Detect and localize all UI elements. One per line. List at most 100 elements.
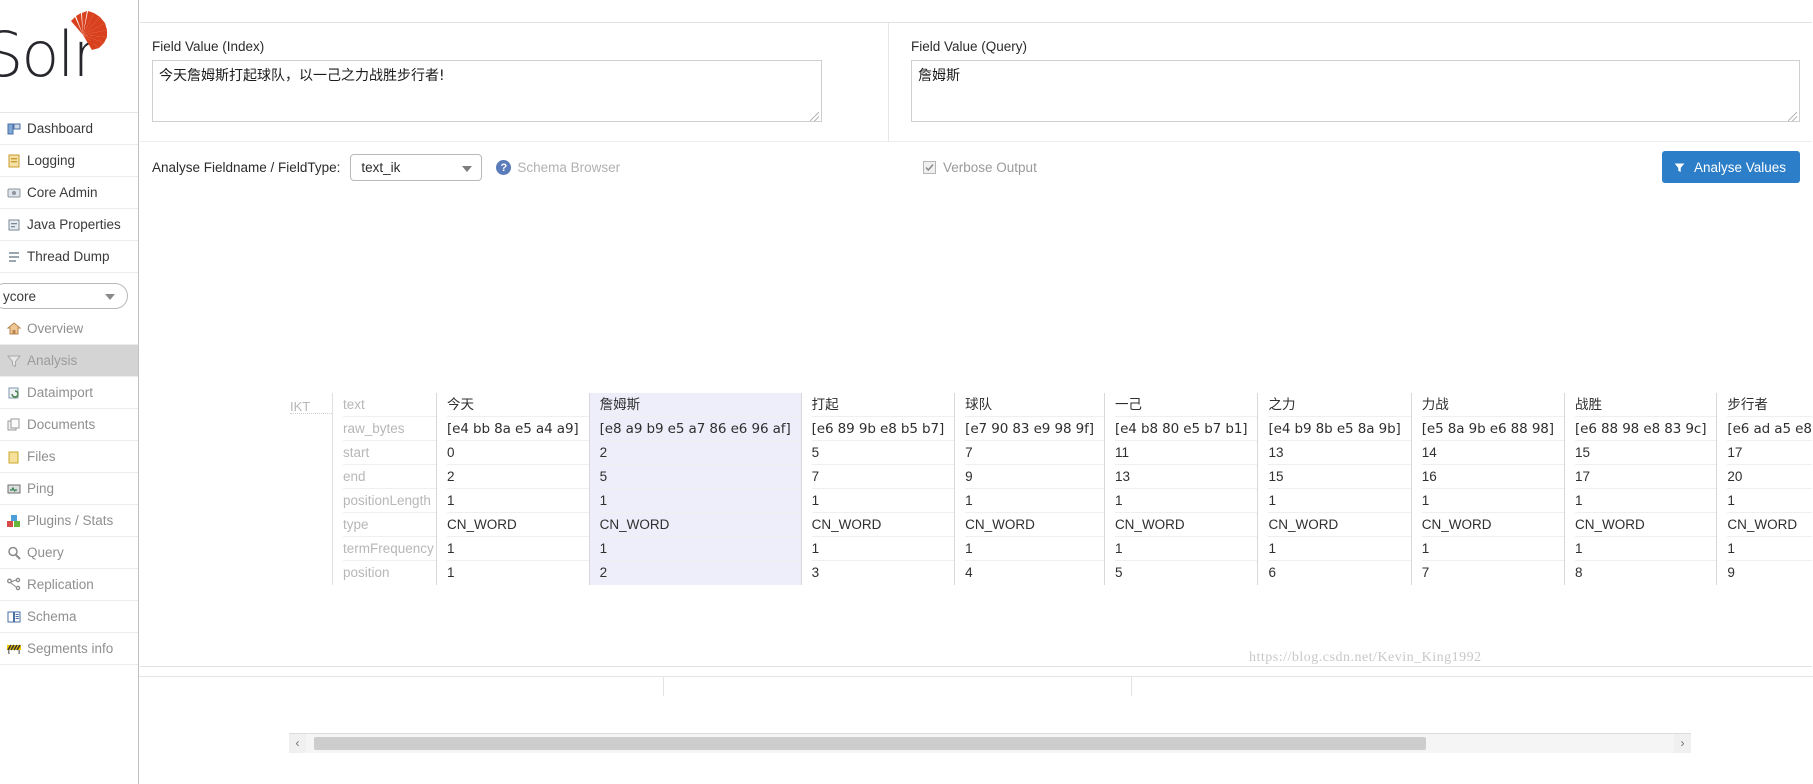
core-nav: Overview Analysis Dataimport Documents F… <box>0 313 138 665</box>
plugins-icon <box>6 513 22 529</box>
sidebar-item-label: Segments info <box>27 641 114 656</box>
token-start: 14 <box>1421 441 1564 465</box>
token-end: 2 <box>447 465 589 489</box>
sidebar-item-label: Analysis <box>27 353 78 368</box>
fieldtype-controls: Analyse Fieldname / FieldType: text_ik ?… <box>152 154 901 181</box>
sidebar-item-dataimport[interactable]: Dataimport <box>0 377 138 409</box>
sidebar-item-ping[interactable]: Ping <box>0 473 138 505</box>
token-column[interactable]: 步行者[e6 ad a5 e8 a1 8c e8 80 85]17201CN_W… <box>1716 393 1812 585</box>
sidebar-item-thread-dump[interactable]: Thread Dump <box>0 241 138 273</box>
sidebar-item-overview[interactable]: Overview <box>0 313 138 345</box>
scrollbar-thumb[interactable] <box>314 736 1426 750</box>
scroll-left-arrow[interactable]: ‹ <box>289 733 306 753</box>
sidebar-item-dashboard[interactable]: Dashboard <box>0 113 138 145</box>
token-raw_bytes: [e4 bb 8a e5 a4 a9] <box>447 417 589 441</box>
token-position: 7 <box>1421 565 1430 580</box>
token-column[interactable]: 战胜 [e6 88 98 e8 83 9c] 15 17 1 CN_WORD 1 8 <box>1563 393 1717 585</box>
token-termFrequency: 1 <box>1574 537 1717 561</box>
attribute-name-text: text <box>343 393 436 417</box>
brand-logo[interactable]: Solr <box>0 0 138 112</box>
token-positionLength: 1 <box>1574 489 1717 513</box>
sidebar-item-logging[interactable]: Logging <box>0 145 138 177</box>
attribute-name-raw_bytes: raw_bytes <box>343 417 436 441</box>
token-type: CN_WORD <box>599 513 801 537</box>
query-field-textarea[interactable] <box>911 60 1800 122</box>
token-start: 15 <box>1574 441 1717 465</box>
token-termFrequency: 1 <box>965 537 1104 561</box>
token-position: 3 <box>811 565 820 580</box>
replication-icon <box>6 577 22 593</box>
token-position: 2 <box>599 565 608 580</box>
token-raw_bytes: [e5 8a 9b e6 88 98] <box>1421 417 1564 441</box>
token-column[interactable]: 打起 [e6 89 9b e8 b5 b7] 5 7 1 CN_WORD 1 3 <box>800 393 955 585</box>
scrollbar-track[interactable] <box>306 733 1674 753</box>
analyse-values-button[interactable]: Analyse Values <box>1661 151 1800 183</box>
token-start: 11 <box>1114 441 1258 465</box>
sidebar-item-segments-info[interactable]: Segments info <box>0 633 138 665</box>
token-column[interactable]: 詹姆斯 [e8 a9 b9 e5 a7 86 e6 96 af] 2 5 1 CN_WOR… <box>588 393 801 585</box>
schema-browser-link[interactable]: Schema Browser <box>517 160 620 175</box>
token-positionLength: 1 <box>447 489 589 513</box>
scroll-right-arrow[interactable]: › <box>1674 733 1691 753</box>
token-termFrequency: 1 <box>1268 537 1411 561</box>
sidebar-item-schema[interactable]: Schema <box>0 601 138 633</box>
segments-icon <box>6 641 22 657</box>
token-column[interactable]: 之力 [e4 b9 8b e5 8a 9b] 13 15 1 CN_WORD 1 6 <box>1257 393 1411 585</box>
ping-icon <box>6 481 22 497</box>
token-text: 步行者 <box>1727 393 1812 417</box>
sidebar-item-files[interactable]: Files <box>0 441 138 473</box>
core-selector-wrap: ycore <box>0 273 138 313</box>
horizontal-scrollbar[interactable]: ‹ › <box>289 733 1691 753</box>
attribute-name-termFrequency: termFrequency <box>343 537 436 561</box>
core-selector[interactable]: ycore <box>0 283 128 309</box>
token-column[interactable]: 一己 [e4 b8 80 e5 b7 b1] 11 13 1 CN_WORD 1 5 <box>1103 393 1258 585</box>
help-question-icon[interactable]: ? <box>496 160 512 175</box>
thread-dump-icon <box>6 249 22 265</box>
token-column[interactable]: 今天 [e4 bb 8a e5 a4 a9] 0 2 1 CN_WORD 1 1 <box>436 393 589 585</box>
field-value-form: Field Value (Index) Field Value (Query) <box>140 23 1812 141</box>
token-text: 之力 <box>1268 393 1411 417</box>
query-textarea-resize-handle[interactable] <box>1788 112 1797 121</box>
sidebar-item-java-properties[interactable]: Java Properties <box>0 209 138 241</box>
attribute-name-positionLength: positionLength <box>343 489 436 513</box>
sidebar-item-label: Documents <box>27 417 96 432</box>
token-column[interactable]: 力战 [e5 8a 9b e6 88 98] 14 16 1 CN_WORD 1 7 <box>1410 393 1564 585</box>
attribute-name-start: start <box>343 441 436 465</box>
token-positionLength: 1 <box>965 489 1104 513</box>
verbose-output-checkbox[interactable] <box>923 161 936 174</box>
token-positionLength: 1 <box>599 489 801 513</box>
sidebar-item-label: Query <box>27 545 64 560</box>
global-nav: Dashboard Logging Core Admin Java Proper… <box>0 112 138 273</box>
token-termFrequency: 1 <box>599 537 801 561</box>
token-text: 战胜 <box>1574 393 1717 417</box>
sidebar-item-query[interactable]: Query <box>0 537 138 569</box>
token-type: CN_WORD <box>1114 513 1258 537</box>
token-type: CN_WORD <box>1268 513 1411 537</box>
token-text: 力战 <box>1421 393 1564 417</box>
query-field-label: Field Value (Query) <box>911 39 1028 54</box>
token-position: 5 <box>1114 565 1123 580</box>
fieldtype-label: Analyse Fieldname / FieldType: <box>152 160 341 175</box>
sidebar-item-label: Schema <box>27 609 77 624</box>
token-column[interactable]: 球队 [e7 90 83 e9 98 9f] 7 9 1 CN_WORD 1 4 <box>954 393 1104 585</box>
sidebar-item-label: Replication <box>27 577 94 592</box>
token-raw_bytes: [e4 b8 80 e5 b7 b1] <box>1114 417 1258 441</box>
token-raw_bytes: [e4 b9 8b e5 8a 9b] <box>1268 417 1411 441</box>
token-raw_bytes: [e7 90 83 e9 98 9f] <box>965 417 1104 441</box>
sidebar-item-replication[interactable]: Replication <box>0 569 138 601</box>
index-textarea-resize-handle[interactable] <box>810 112 819 121</box>
sidebar-item-documents[interactable]: Documents <box>0 409 138 441</box>
chevron-down-icon <box>462 166 473 172</box>
token-text: 詹姆斯 <box>599 393 801 417</box>
analysis-row-headers: IKT text raw_bytes start end positionLength ty… <box>290 393 436 585</box>
dataimport-icon <box>6 385 22 401</box>
sidebar-item-plugins-stats[interactable]: Plugins / Stats <box>0 505 138 537</box>
token-text: 今天 <box>447 393 589 417</box>
index-field-textarea[interactable] <box>152 60 822 122</box>
fieldtype-select[interactable]: text_ik <box>350 154 483 181</box>
sidebar-item-analysis[interactable]: Analysis <box>0 345 138 377</box>
sidebar-item-core-admin[interactable]: Core Admin <box>0 177 138 209</box>
core-selector-value: ycore <box>3 288 37 304</box>
index-field-group: Field Value (Index) <box>140 23 889 141</box>
token-end: 9 <box>965 465 1104 489</box>
